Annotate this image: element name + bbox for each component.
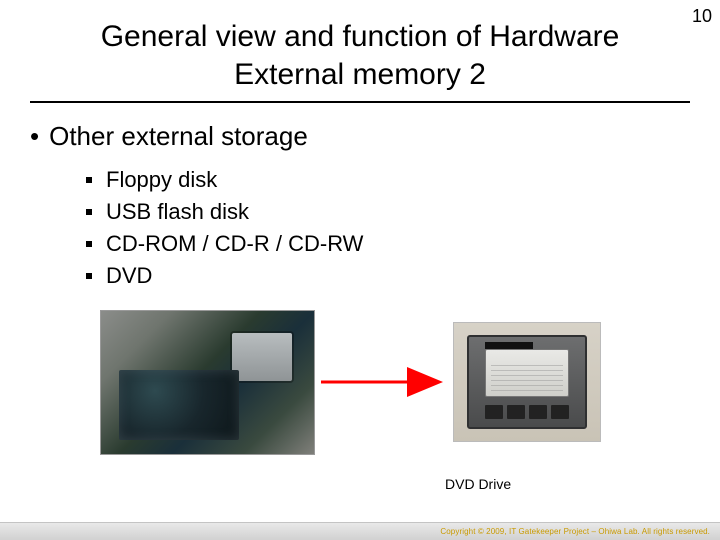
drive-face	[467, 335, 587, 429]
square-bullet-icon	[86, 177, 92, 183]
motherboard-image	[100, 310, 315, 455]
slide-title: General view and function of Hardware Ex…	[30, 18, 690, 93]
list-item: CD-ROM / CD-R / CD-RW	[86, 228, 690, 260]
list-item-text: DVD	[106, 260, 152, 292]
square-bullet-icon	[86, 209, 92, 215]
list-item-text: USB flash disk	[106, 196, 249, 228]
heading-text: Other external storage	[49, 121, 308, 152]
list-item: DVD	[86, 260, 690, 292]
bullet-icon: •	[30, 121, 39, 152]
section-heading: • Other external storage	[30, 121, 690, 152]
footer-bar: Copyright © 2009, IT Gatekeeper Project …	[0, 522, 720, 540]
slide: 10 General view and function of Hardware…	[0, 0, 720, 540]
page-number: 10	[692, 6, 712, 27]
title-line-1: General view and function of Hardware	[101, 20, 620, 53]
list-item-text: Floppy disk	[106, 164, 217, 196]
list-item: Floppy disk	[86, 164, 690, 196]
copyright-text: Copyright © 2009, IT Gatekeeper Project …	[440, 527, 710, 536]
image-row	[100, 310, 690, 455]
square-bullet-icon	[86, 241, 92, 247]
title-line-2: External memory 2	[234, 58, 486, 91]
image-caption: DVD Drive	[445, 476, 511, 492]
title-divider	[30, 101, 690, 103]
square-bullet-icon	[86, 273, 92, 279]
bullet-list: Floppy disk USB flash disk CD-ROM / CD-R…	[86, 164, 690, 292]
dvd-drive-image	[453, 322, 601, 442]
arrow-icon	[319, 367, 449, 397]
list-item: USB flash disk	[86, 196, 690, 228]
list-item-text: CD-ROM / CD-R / CD-RW	[106, 228, 363, 260]
